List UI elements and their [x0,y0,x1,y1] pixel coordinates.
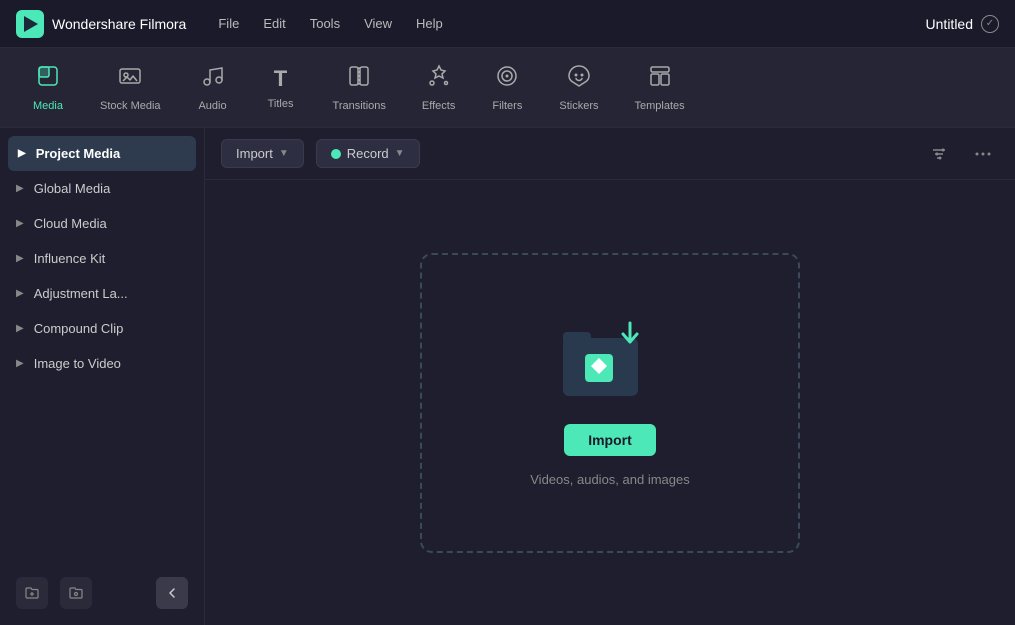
sidebar-bottom-actions [0,577,204,609]
sidebar-item-project-media[interactable]: ▶ Project Media [8,136,196,171]
media-icon [36,64,60,94]
content-area: Import ▼ Record ▼ [205,128,1015,625]
sidebar-item-global-media[interactable]: ▶ Global Media [0,171,204,206]
sidebar-item-label: Influence Kit [34,251,106,266]
effects-label: Effects [422,100,455,112]
transitions-icon [347,64,371,94]
record-dropdown-arrow: ▼ [395,148,405,159]
chevron-right-icon: ▶ [16,358,24,369]
menu-tools[interactable]: Tools [310,16,340,31]
main-area: ▶ Project Media ▶ Global Media ▶ Cloud M… [0,128,1015,625]
chevron-right-icon: ▶ [16,218,24,229]
toolbar-item-effects[interactable]: Effects [406,56,471,120]
sidebar-item-compound-clip[interactable]: ▶ Compound Clip [0,311,204,346]
titles-label: Titles [268,98,294,110]
audio-icon [201,64,225,94]
filters-icon [495,64,519,94]
record-button[interactable]: Record ▼ [316,139,420,168]
menu-bar: File Edit Tools View Help [218,16,925,31]
media-label: Media [33,100,63,112]
chevron-right-icon: ▶ [18,148,26,159]
import-dropzone[interactable]: Import Videos, audios, and images [420,253,800,553]
stock-media-icon [118,64,142,94]
import-button[interactable]: Import ▼ [221,139,304,168]
dropzone-container: Import Videos, audios, and images [205,180,1015,625]
templates-label: Templates [634,100,684,112]
sidebar-item-cloud-media[interactable]: ▶ Cloud Media [0,206,204,241]
sidebar-item-image-to-video[interactable]: ▶ Image to Video [0,346,204,381]
import-dropzone-button[interactable]: Import [564,424,656,456]
chevron-right-icon: ▶ [16,183,24,194]
app-logo: Wondershare Filmora [16,10,186,38]
stock-media-label: Stock Media [100,100,161,112]
templates-icon [648,64,672,94]
toolbar: Media Stock Media Audio T Titles [0,48,1015,128]
toolbar-item-media[interactable]: Media [16,56,80,120]
chevron-right-icon: ▶ [16,323,24,334]
toolbar-item-stock-media[interactable]: Stock Media [84,56,177,120]
sidebar-item-label: Cloud Media [34,216,107,231]
import-folder-illustration [555,318,665,408]
sidebar-item-label: Compound Clip [34,321,124,336]
filter-button[interactable] [923,138,955,170]
toolbar-item-templates[interactable]: Templates [618,56,700,120]
save-status-icon: ✓ [981,15,999,33]
import-dropdown-arrow: ▼ [279,148,289,159]
toolbar-item-audio[interactable]: Audio [181,56,245,120]
sidebar-item-label: Global Media [34,181,111,196]
toolbar-item-transitions[interactable]: Transitions [317,56,402,120]
app-logo-icon [16,10,44,38]
project-title: Untitled [926,16,973,32]
chevron-right-icon: ▶ [16,253,24,264]
more-options-button[interactable] [967,138,999,170]
menu-view[interactable]: View [364,16,392,31]
filters-label: Filters [492,100,522,112]
menu-file[interactable]: File [218,16,239,31]
toolbar-item-stickers[interactable]: Stickers [543,56,614,120]
stickers-icon [567,64,591,94]
menu-help[interactable]: Help [416,16,443,31]
import-label: Import [236,146,273,161]
transitions-label: Transitions [333,100,386,112]
app-name: Wondershare Filmora [52,16,186,32]
sidebar-item-label: Project Media [36,146,121,161]
sidebar-item-influence-kit[interactable]: ▶ Influence Kit [0,241,204,276]
sidebar-item-adjustment-layer[interactable]: ▶ Adjustment La... [0,276,204,311]
content-toolbar: Import ▼ Record ▼ [205,128,1015,180]
titlebar: Wondershare Filmora File Edit Tools View… [0,0,1015,48]
record-label: Record [347,146,389,161]
new-folder-button[interactable] [16,577,48,609]
toolbar-item-titles[interactable]: T Titles [249,58,313,118]
audio-label: Audio [198,100,226,112]
chevron-right-icon: ▶ [16,288,24,299]
collapse-sidebar-button[interactable] [156,577,188,609]
title-right: Untitled ✓ [926,15,999,33]
new-smart-collection-button[interactable] [60,577,92,609]
stickers-label: Stickers [559,100,598,112]
sidebar-item-label: Adjustment La... [34,286,128,301]
effects-icon [427,64,451,94]
dropzone-description: Videos, audios, and images [530,472,689,487]
menu-edit[interactable]: Edit [263,16,285,31]
toolbar-item-filters[interactable]: Filters [475,56,539,120]
record-dot-icon [331,149,341,159]
sidebar: ▶ Project Media ▶ Global Media ▶ Cloud M… [0,128,205,625]
titles-icon: T [274,66,287,92]
sidebar-item-label: Image to Video [34,356,121,371]
